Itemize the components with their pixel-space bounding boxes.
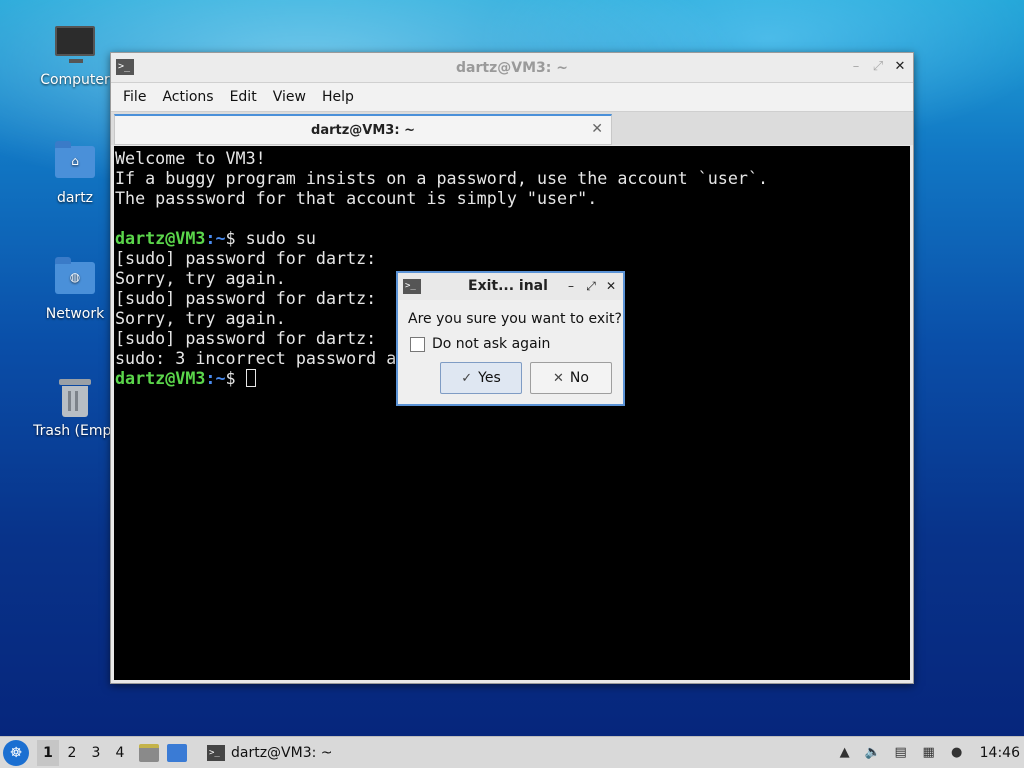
prompt-sep: : <box>205 228 216 248</box>
menu-edit[interactable]: Edit <box>222 89 265 105</box>
terminal-app-icon: >_ <box>207 744 225 761</box>
minimize-icon[interactable]: – <box>565 278 577 294</box>
terminal-output[interactable]: Welcome to VM3! If a buggy program insis… <box>114 146 910 680</box>
computer-icon <box>53 22 97 66</box>
tab-label: dartz@VM3: ~ <box>311 122 415 138</box>
workspace-2[interactable]: 2 <box>61 740 83 766</box>
dialog-titlebar[interactable]: >_ Exit... inal – ⤢ ✕ <box>398 273 623 300</box>
home-folder-icon: ⌂ <box>53 140 97 184</box>
tab-terminal[interactable]: dartz@VM3: ~ ✕ <box>114 114 612 145</box>
desktop-icon-label: Network <box>45 306 105 322</box>
terminal-app-icon: >_ <box>116 59 134 75</box>
terminal-line: If a buggy program insists on a password… <box>115 168 769 188</box>
menu-actions[interactable]: Actions <box>154 89 221 105</box>
minimize-icon[interactable]: – <box>849 59 863 75</box>
yes-button[interactable]: ✓ Yes <box>440 362 522 394</box>
desktop-icon-label: Computer <box>40 72 110 88</box>
terminal-line: [sudo] password for dartz: <box>115 248 377 268</box>
terminal-app-icon: >_ <box>403 279 421 294</box>
tab-bar: dartz@VM3: ~ ✕ <box>111 111 913 145</box>
volume-icon[interactable]: 🔈 <box>864 744 882 762</box>
upload-icon[interactable]: ▲ <box>836 744 854 762</box>
notification-icon[interactable]: ● <box>948 744 966 762</box>
terminal-line: The passsword for that account is simply… <box>115 188 598 208</box>
x-icon: ✕ <box>553 370 564 386</box>
workspace-4[interactable]: 4 <box>109 740 131 766</box>
dialog-message: Are you sure you want to exit? <box>408 311 622 327</box>
tab-close-icon[interactable]: ✕ <box>591 121 603 137</box>
no-button-label: No <box>569 370 589 386</box>
clipboard-icon[interactable]: ▤ <box>892 744 910 762</box>
prompt-sep: : <box>205 368 216 388</box>
network-icon[interactable]: ▦ <box>920 744 938 762</box>
close-icon[interactable]: ✕ <box>605 278 617 294</box>
prompt-symbol: $ <box>225 368 246 388</box>
terminal-cursor <box>245 369 256 387</box>
task-label: dartz@VM3: ~ <box>231 744 333 761</box>
network-folder-icon: ◍ <box>53 256 97 300</box>
maximize-icon[interactable]: ⤢ <box>871 59 885 75</box>
dialog-title: Exit... inal <box>468 278 548 294</box>
workspace-3[interactable]: 3 <box>85 740 107 766</box>
terminal-command: sudo su <box>245 228 316 248</box>
desktop-icon-label: Trash (Empt <box>33 423 117 439</box>
checkbox-box[interactable] <box>410 336 425 352</box>
check-icon: ✓ <box>461 370 473 386</box>
prompt-user: dartz@VM3 <box>115 228 206 248</box>
yes-button-label: Yes <box>478 370 501 386</box>
clock[interactable]: 14:46 <box>980 745 1020 761</box>
maximize-icon[interactable]: ⤢ <box>585 278 597 294</box>
taskbar-task-terminal[interactable]: >_ dartz@VM3: ~ <box>201 739 339 767</box>
menu-help[interactable]: Help <box>314 89 362 105</box>
window-titlebar[interactable]: >_ dartz@VM3: ~ – ⤢ ✕ <box>111 53 913 83</box>
close-icon[interactable]: ✕ <box>893 59 907 75</box>
menubar: File Actions Edit View Help <box>111 83 913 111</box>
menu-view[interactable]: View <box>265 89 314 105</box>
prompt-user: dartz@VM3 <box>115 368 206 388</box>
file-manager-icon[interactable] <box>139 743 159 762</box>
prompt-path: ~ <box>215 228 226 248</box>
window-title: dartz@VM3: ~ <box>456 59 568 76</box>
start-menu-icon[interactable]: ☸ <box>3 739 29 766</box>
checkbox-label[interactable]: Do not ask again <box>432 336 550 352</box>
no-button[interactable]: ✕ No <box>530 362 612 394</box>
exit-dialog: >_ Exit... inal – ⤢ ✕ Are you sure you w… <box>396 271 625 406</box>
workspace-1[interactable]: 1 <box>37 739 59 766</box>
prompt-path: ~ <box>215 368 226 388</box>
do-not-ask-checkbox[interactable]: Do not ask again <box>410 336 550 352</box>
terminal-prompt-line: dartz@VM3:~$ sudo su <box>115 228 909 248</box>
terminal-line: Welcome to VM3! <box>115 148 266 168</box>
prompt-symbol: $ <box>225 228 246 248</box>
menu-file[interactable]: File <box>115 89 154 105</box>
show-desktop-icon[interactable] <box>167 743 187 762</box>
desktop-icon-label: dartz <box>56 190 94 206</box>
taskbar: ☸ 1 2 3 4 >_ dartz@VM3: ~ ▲ 🔈 ▤ ▦ ● 14:4… <box>0 736 1024 768</box>
system-tray: ▲ 🔈 ▤ ▦ ● 14:46 <box>826 737 1020 768</box>
trash-icon <box>53 373 97 417</box>
